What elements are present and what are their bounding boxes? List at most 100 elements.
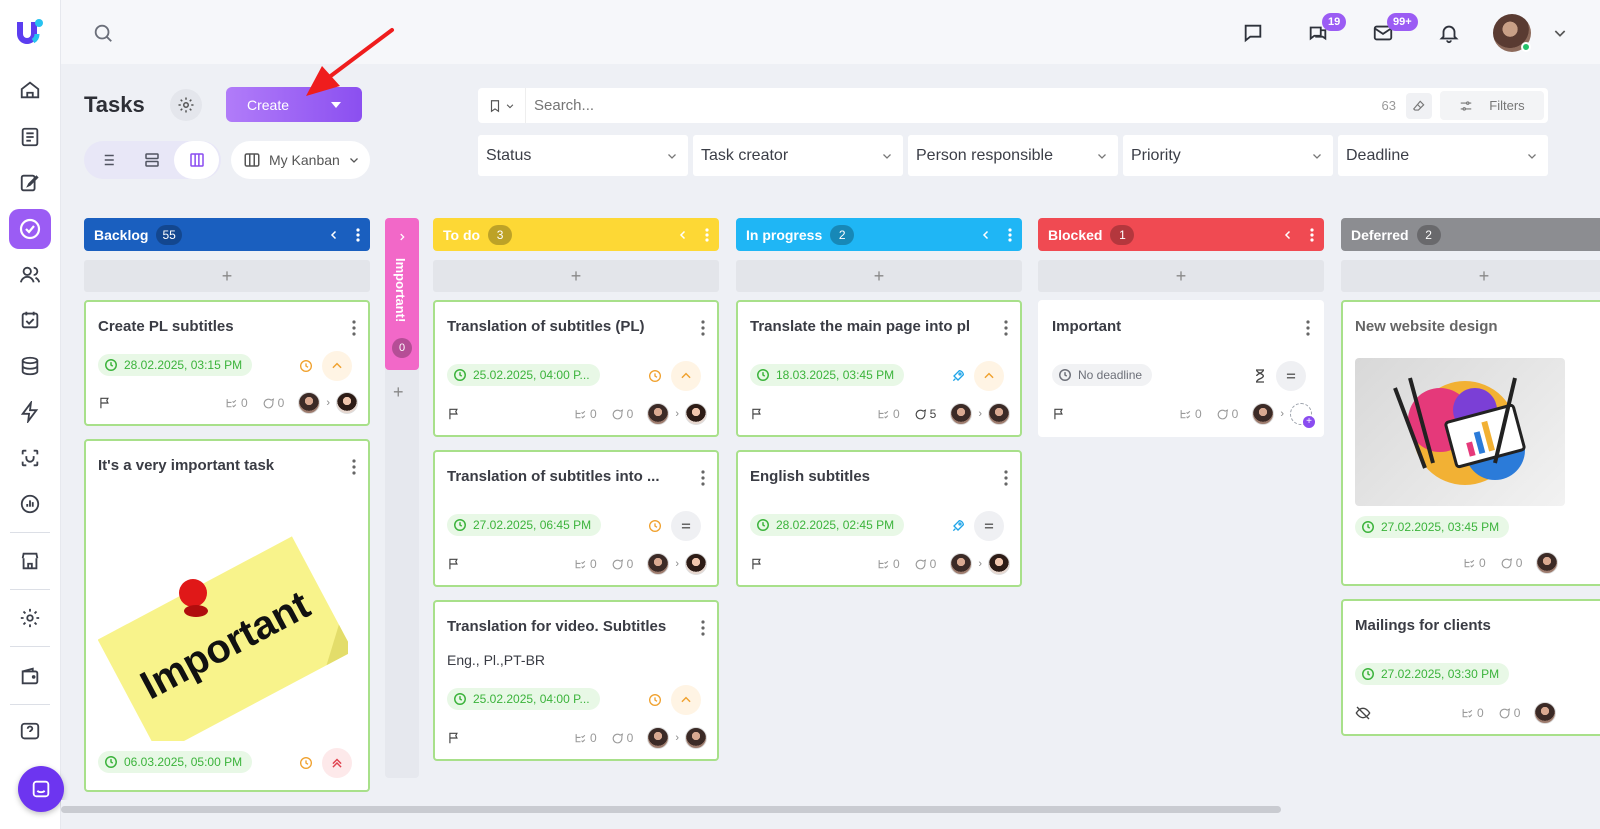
priority-high-icon[interactable] bbox=[322, 351, 352, 381]
store-icon[interactable] bbox=[9, 541, 51, 581]
more-vertical-icon[interactable] bbox=[1008, 227, 1012, 242]
task-card[interactable]: It's a very important task Important 06.… bbox=[84, 439, 370, 792]
priority-medium-icon[interactable] bbox=[671, 511, 701, 541]
priority-urgent-icon[interactable] bbox=[322, 748, 352, 778]
search-icon[interactable] bbox=[90, 20, 116, 46]
more-vertical-icon[interactable] bbox=[705, 227, 709, 242]
priority-high-icon[interactable] bbox=[974, 361, 1004, 391]
settings-gear-icon[interactable] bbox=[9, 598, 51, 638]
bell-icon[interactable] bbox=[1436, 20, 1462, 46]
users-icon[interactable] bbox=[9, 255, 51, 295]
calendar-icon[interactable] bbox=[9, 300, 51, 340]
flag-icon[interactable] bbox=[447, 731, 461, 745]
chat-icon[interactable] bbox=[1240, 20, 1266, 46]
task-card[interactable]: Important No deadline 0 0 › bbox=[1038, 300, 1324, 437]
table-view-icon[interactable] bbox=[129, 141, 174, 179]
more-vertical-icon[interactable] bbox=[1004, 320, 1008, 336]
deadline-pill[interactable]: 27.02.2025, 03:30 PM bbox=[1355, 663, 1510, 685]
creator-avatar[interactable] bbox=[647, 553, 670, 575]
column-header[interactable]: Important! 0 bbox=[385, 218, 419, 370]
deadline-pill[interactable]: 25.02.2025, 04:00 P... bbox=[447, 364, 600, 386]
kanban-view-icon[interactable] bbox=[174, 141, 219, 179]
add-task-button[interactable]: + bbox=[393, 382, 404, 403]
add-task-button[interactable]: + bbox=[1341, 260, 1600, 292]
edit-board-icon[interactable] bbox=[9, 163, 51, 203]
support-chat-icon[interactable] bbox=[18, 766, 64, 812]
flag-icon[interactable] bbox=[447, 557, 461, 571]
home-icon[interactable] bbox=[9, 70, 51, 110]
chevron-down-icon[interactable] bbox=[1547, 20, 1573, 46]
task-card[interactable]: Translation of subtitles (PL) 25.02.2025… bbox=[433, 300, 719, 437]
task-card[interactable]: Mailings for clients 27.02.2025, 03:30 P… bbox=[1341, 599, 1600, 736]
task-card[interactable]: Translate the main page into pl 18.03.20… bbox=[736, 300, 1022, 437]
deadline-pill[interactable]: 27.02.2025, 03:45 PM bbox=[1355, 516, 1510, 538]
column-header[interactable]: To do 3 bbox=[433, 218, 719, 251]
flag-icon[interactable] bbox=[750, 407, 764, 421]
priority-high-icon[interactable] bbox=[671, 361, 701, 391]
deadline-pill[interactable]: 28.02.2025, 02:45 PM bbox=[750, 514, 905, 536]
assignee-avatar[interactable] bbox=[988, 553, 1010, 575]
more-vertical-icon[interactable] bbox=[352, 459, 356, 475]
assignee-avatar[interactable] bbox=[336, 392, 358, 414]
collapse-chevron-icon[interactable] bbox=[677, 229, 689, 241]
column-header[interactable]: In progress 2 bbox=[736, 218, 1022, 251]
creator-avatar[interactable] bbox=[1534, 702, 1557, 724]
create-dropdown-icon[interactable] bbox=[310, 101, 362, 108]
deadline-pill[interactable]: 18.03.2025, 03:45 PM bbox=[750, 364, 905, 386]
priority-medium-icon[interactable] bbox=[974, 511, 1004, 541]
more-vertical-icon[interactable] bbox=[1310, 227, 1314, 242]
database-icon[interactable] bbox=[9, 346, 51, 386]
creator-avatar[interactable] bbox=[1536, 552, 1559, 574]
flag-icon[interactable] bbox=[98, 396, 112, 410]
help-icon[interactable] bbox=[9, 712, 51, 752]
flag-icon[interactable] bbox=[750, 557, 764, 571]
wallet-icon[interactable] bbox=[9, 656, 51, 696]
assignee-avatar[interactable] bbox=[685, 403, 707, 425]
add-task-button[interactable]: + bbox=[1038, 260, 1324, 292]
add-assignee-icon[interactable] bbox=[1290, 403, 1315, 428]
deadline-pill[interactable]: 25.02.2025, 04:00 P... bbox=[447, 688, 600, 710]
task-card[interactable]: Translation of subtitles into ... 27.02.… bbox=[433, 450, 719, 587]
scan-user-icon[interactable] bbox=[9, 438, 51, 478]
more-vertical-icon[interactable] bbox=[701, 320, 705, 336]
creator-avatar[interactable] bbox=[647, 727, 670, 749]
saved-filters-bookmark-icon[interactable] bbox=[478, 88, 526, 123]
hidden-eye-icon[interactable] bbox=[1355, 705, 1371, 721]
task-settings-gear-icon[interactable] bbox=[170, 89, 202, 121]
collapse-chevron-icon[interactable] bbox=[1282, 229, 1294, 241]
board-horizontal-scrollbar[interactable] bbox=[61, 800, 1600, 829]
flag-icon[interactable] bbox=[447, 407, 461, 421]
collapse-chevron-icon[interactable] bbox=[328, 229, 340, 241]
more-vertical-icon[interactable] bbox=[701, 620, 705, 636]
person-responsible-filter-select[interactable]: Person responsible bbox=[908, 135, 1118, 176]
assignee-avatar[interactable] bbox=[988, 403, 1010, 425]
creator-avatar[interactable] bbox=[950, 403, 973, 425]
more-vertical-icon[interactable] bbox=[1306, 320, 1310, 336]
column-header[interactable]: Backlog 55 bbox=[84, 218, 370, 251]
creator-avatar[interactable] bbox=[950, 553, 973, 575]
expand-chevron-icon[interactable] bbox=[397, 232, 407, 242]
tasks-icon[interactable] bbox=[9, 209, 51, 249]
assignee-avatar[interactable] bbox=[685, 727, 707, 749]
flag-icon[interactable] bbox=[1052, 407, 1066, 421]
deadline-pill[interactable]: 28.02.2025, 03:15 PM bbox=[98, 354, 253, 376]
kanban-select[interactable]: My Kanban bbox=[231, 141, 370, 179]
column-important-collapsed[interactable]: Important! 0 + bbox=[385, 218, 419, 778]
add-task-button[interactable]: + bbox=[736, 260, 1022, 292]
more-vertical-icon[interactable] bbox=[1004, 470, 1008, 486]
clear-search-eraser-icon[interactable] bbox=[1406, 92, 1432, 119]
search-input[interactable] bbox=[526, 97, 1382, 114]
add-task-button[interactable]: + bbox=[433, 260, 719, 292]
column-header[interactable]: Blocked 1 bbox=[1038, 218, 1324, 251]
analytics-icon[interactable] bbox=[9, 484, 51, 524]
document-icon[interactable] bbox=[9, 117, 51, 157]
creator-avatar[interactable] bbox=[1252, 403, 1275, 425]
deadline-filter-select[interactable]: Deadline bbox=[1338, 135, 1548, 176]
lightning-icon[interactable] bbox=[9, 392, 51, 432]
more-vertical-icon[interactable] bbox=[701, 470, 705, 486]
priority-high-icon[interactable] bbox=[671, 685, 701, 715]
more-vertical-icon[interactable] bbox=[356, 227, 360, 242]
task-card[interactable]: Create PL subtitles 28.02.2025, 03:15 PM… bbox=[84, 300, 370, 426]
column-header[interactable]: Deferred 2 bbox=[1341, 218, 1600, 251]
add-task-button[interactable]: + bbox=[84, 260, 370, 292]
